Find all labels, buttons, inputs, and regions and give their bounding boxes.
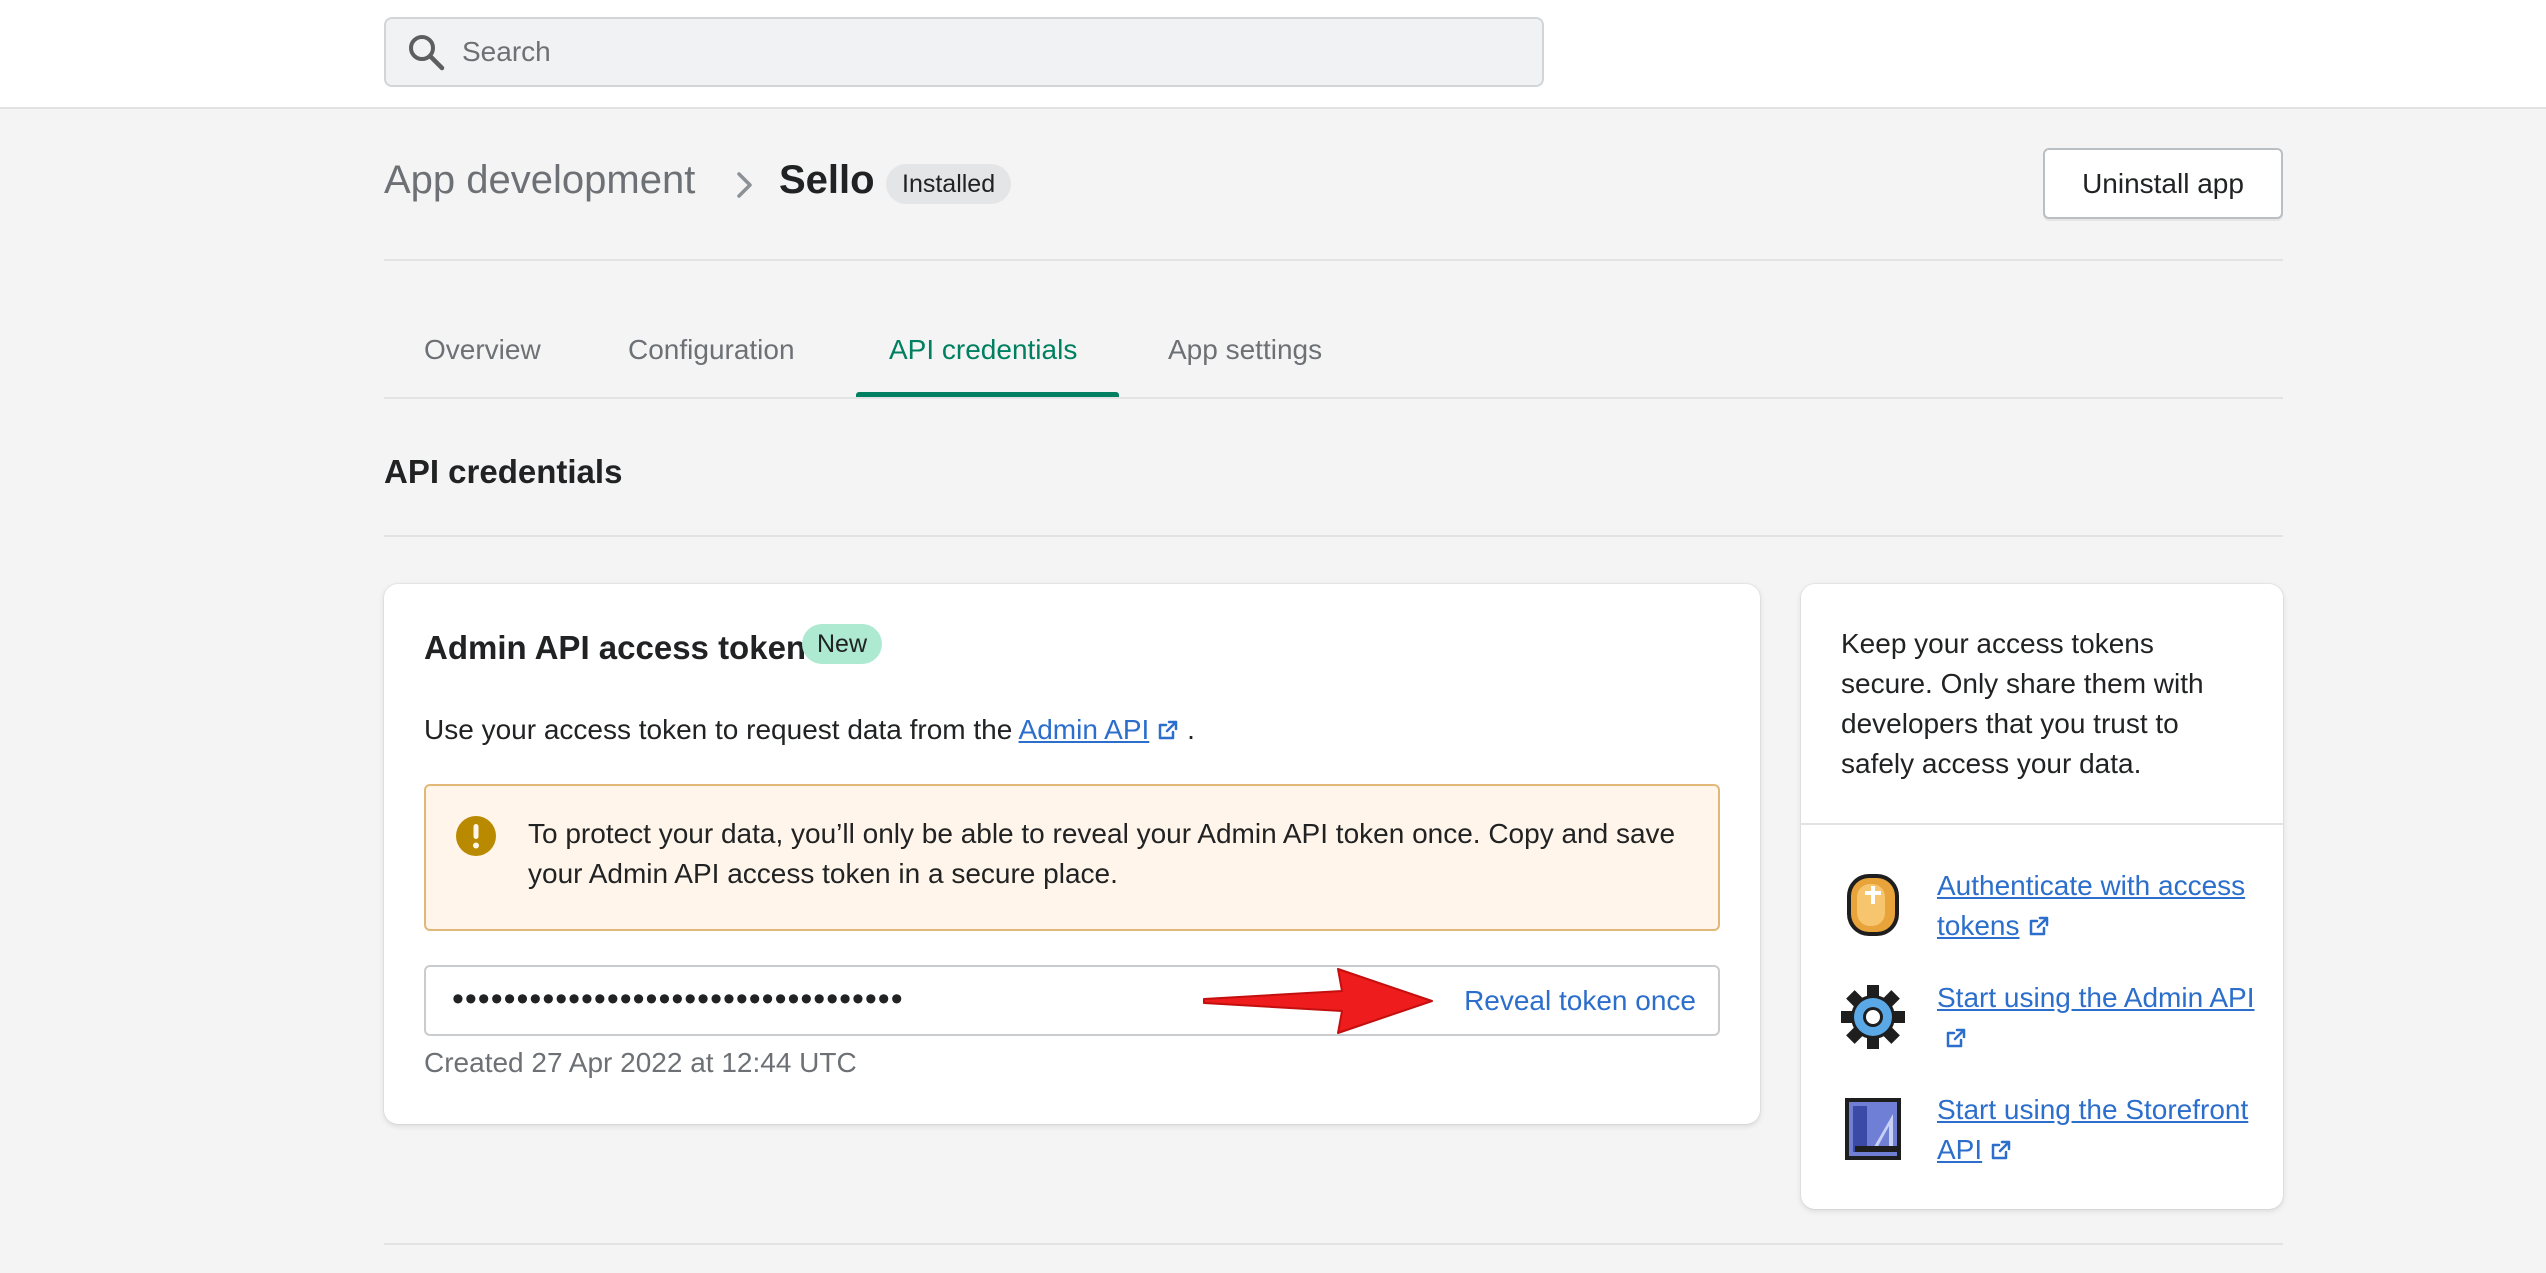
status-badge: Installed	[886, 164, 1012, 204]
search-input[interactable]: Search	[384, 17, 1544, 87]
created-timestamp: Created 27 Apr 2022 at 12:44 UTC	[424, 1047, 857, 1078]
new-badge: New	[802, 624, 883, 664]
section-divider	[384, 535, 2283, 537]
search-icon	[409, 35, 445, 71]
chevron-right-icon	[737, 172, 752, 198]
page-title: Sello	[779, 158, 875, 202]
footer-divider	[384, 1243, 2283, 1245]
intro-prefix: Use your access token to request data fr…	[424, 714, 1013, 745]
banner-text: To protect your data, you’ll only be abl…	[528, 818, 1676, 889]
authenticate-link[interactable]: Authenticate with access tokens	[1937, 866, 2257, 946]
gear-icon	[1841, 985, 1905, 1049]
external-link-icon	[1159, 720, 1178, 740]
admin-api-docs-label: Start using the Admin API	[1937, 982, 2255, 1013]
card-title: Admin API access token	[424, 629, 807, 666]
reveal-token-button[interactable]: Reveal token once	[1464, 985, 1696, 1017]
masked-token: •••••••••••••••••••••••••••••••••••	[452, 980, 904, 1018]
tab-api-credentials[interactable]: API credentials	[889, 334, 1077, 366]
tab-configuration[interactable]: Configuration	[628, 334, 795, 366]
external-link-icon	[1946, 1028, 1966, 1048]
header-divider	[384, 259, 2283, 261]
admin-api-docs-link[interactable]: Start using the Admin API	[1937, 978, 2257, 1058]
tabs-divider	[384, 397, 2283, 399]
breadcrumb-app-development[interactable]: App development	[384, 158, 695, 203]
authenticate-link-label: Authenticate with access tokens	[1937, 870, 2246, 941]
search-placeholder: Search	[462, 36, 551, 67]
warning-icon	[456, 816, 496, 856]
admin-api-token-card: Admin API access token New Use your acce…	[384, 584, 1760, 1124]
intro-suffix: .	[1187, 714, 1195, 745]
external-link-icon	[2029, 916, 2048, 936]
admin-api-link[interactable]: Admin API	[1019, 714, 1180, 745]
blueprint-icon	[1845, 1098, 1901, 1160]
security-tip-text: Keep your access tokens secure. Only sha…	[1841, 628, 2204, 779]
security-tips-card: Keep your access tokens secure. Only sha…	[1801, 584, 2283, 1209]
section-title: API credentials	[384, 453, 623, 490]
coin-icon	[1847, 874, 1899, 936]
admin-api-link-label: Admin API	[1018, 714, 1150, 745]
token-field[interactable]: ••••••••••••••••••••••••••••••••••• Reve…	[424, 965, 1720, 1036]
tab-app-settings[interactable]: App settings	[1168, 334, 1322, 366]
external-link-icon	[1991, 1140, 2011, 1160]
intro-text: Use your access token to request data fr…	[424, 714, 1195, 746]
red-arrow-annotation	[1203, 968, 1433, 1034]
storefront-api-docs-label: Start using the Storefront API	[1937, 1094, 2249, 1165]
top-bar: Search	[0, 0, 2546, 109]
side-card-divider	[1801, 823, 2283, 825]
uninstall-app-button[interactable]: Uninstall app	[2043, 148, 2283, 219]
tab-overview[interactable]: Overview	[424, 334, 541, 366]
warning-banner: To protect your data, you’ll only be abl…	[424, 784, 1720, 931]
storefront-api-docs-link[interactable]: Start using the Storefront API	[1937, 1090, 2257, 1170]
